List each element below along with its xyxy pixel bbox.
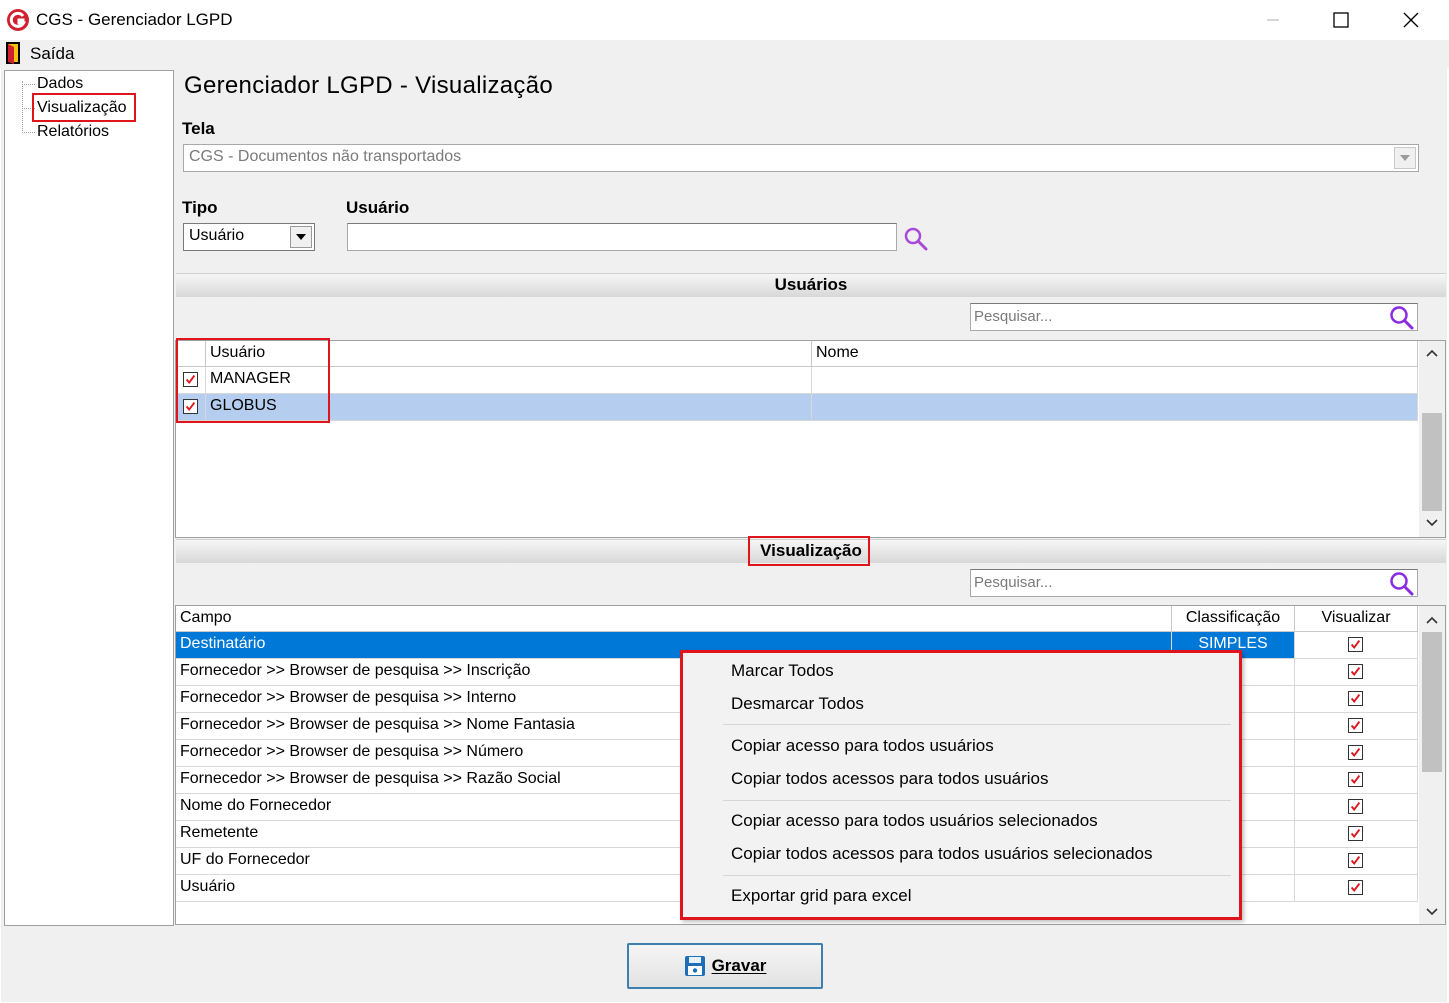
tree-connector bbox=[22, 81, 23, 133]
scroll-down-button[interactable] bbox=[1419, 902, 1445, 922]
scroll-thumb[interactable] bbox=[1422, 632, 1442, 772]
users-section-header: Usuários bbox=[176, 273, 1446, 297]
tree-connector bbox=[22, 132, 35, 133]
menu-exit[interactable]: Saída bbox=[30, 44, 74, 64]
menu-separator bbox=[723, 875, 1231, 876]
visualizar-cell[interactable] bbox=[1295, 659, 1418, 685]
save-button[interactable]: Gravar bbox=[627, 943, 823, 989]
nome-cell bbox=[812, 367, 1418, 393]
tela-label: Tela bbox=[182, 119, 215, 138]
checkbox-checked-icon[interactable] bbox=[1348, 664, 1363, 679]
checkbox-checked-icon[interactable] bbox=[1348, 772, 1363, 787]
users-header-nome[interactable]: Nome bbox=[812, 341, 1418, 367]
view-header-classificacao[interactable]: Classificação bbox=[1172, 606, 1295, 632]
scroll-down-button[interactable] bbox=[1419, 513, 1445, 533]
checkbox-checked-icon[interactable] bbox=[1348, 691, 1363, 706]
menu-item-copiar-todos-acessos-selecionados[interactable]: Copiar todos acessos para todos usuários… bbox=[731, 844, 1152, 864]
tree-item-relatorios[interactable]: Relatórios bbox=[37, 123, 109, 141]
visualizar-cell[interactable] bbox=[1295, 794, 1418, 820]
tipo-label: Tipo bbox=[182, 198, 218, 217]
menu-item-copiar-todos-acessos-todos[interactable]: Copiar todos acessos para todos usuários bbox=[731, 769, 1049, 789]
menu-item-desmarcar-todos[interactable]: Desmarcar Todos bbox=[731, 694, 864, 714]
tipo-combobox[interactable]: Usuário bbox=[183, 223, 315, 251]
users-scrollbar[interactable] bbox=[1419, 341, 1445, 537]
view-scrollbar[interactable] bbox=[1419, 606, 1445, 924]
view-search-placeholder: Pesquisar... bbox=[974, 574, 1053, 591]
table-row[interactable]: GLOBUS bbox=[176, 394, 1418, 421]
highlight-box bbox=[32, 93, 136, 122]
navigation-tree: Dados Visualização Relatórios bbox=[4, 70, 174, 926]
menu-separator bbox=[723, 724, 1231, 725]
close-icon bbox=[1403, 12, 1419, 28]
page-title: Gerenciador LGPD - Visualização bbox=[184, 72, 554, 99]
checkbox-checked-icon[interactable] bbox=[1348, 745, 1363, 760]
chevron-down-icon bbox=[1426, 519, 1438, 527]
search-icon[interactable] bbox=[902, 225, 930, 253]
chevron-up-icon bbox=[1426, 616, 1438, 624]
visualizar-cell[interactable] bbox=[1295, 632, 1418, 658]
floppy-disk-icon bbox=[684, 956, 705, 976]
users-search-input[interactable]: Pesquisar... bbox=[970, 303, 1418, 331]
checkbox-checked-icon[interactable] bbox=[1348, 799, 1363, 814]
tipo-value: Usuário bbox=[189, 227, 245, 244]
chevron-down-icon bbox=[1400, 155, 1410, 161]
visualizar-cell[interactable] bbox=[1295, 686, 1418, 712]
checkbox-checked-icon[interactable] bbox=[1348, 880, 1363, 895]
exit-door-icon bbox=[6, 42, 20, 64]
checkbox-checked-icon[interactable] bbox=[1348, 826, 1363, 841]
menu-item-marcar-todos[interactable]: Marcar Todos bbox=[731, 661, 834, 681]
visualizar-cell[interactable] bbox=[1295, 740, 1418, 766]
save-label: Gravar bbox=[711, 956, 767, 975]
nome-cell bbox=[812, 394, 1418, 420]
usuario-input[interactable] bbox=[347, 223, 897, 251]
scroll-thumb[interactable] bbox=[1422, 413, 1442, 511]
menu-item-copiar-acesso-selecionados[interactable]: Copiar acesso para todos usuários seleci… bbox=[731, 811, 1098, 831]
menu-bar: Saída bbox=[0, 40, 1449, 68]
tela-value: CGS - Documentos não transportados bbox=[189, 148, 462, 165]
search-icon[interactable] bbox=[1387, 570, 1415, 596]
window-title: CGS - Gerenciador LGPD bbox=[36, 10, 233, 29]
users-search-placeholder: Pesquisar... bbox=[974, 308, 1053, 325]
close-button[interactable] bbox=[1388, 5, 1434, 35]
minimize-icon bbox=[1267, 19, 1279, 21]
tree-item-dados[interactable]: Dados bbox=[37, 75, 83, 93]
table-row[interactable]: MANAGER bbox=[176, 367, 1418, 394]
menu-item-exportar-excel[interactable]: Exportar grid para excel bbox=[731, 886, 911, 906]
scroll-up-button[interactable] bbox=[1419, 610, 1445, 630]
cgs-logo-icon bbox=[7, 9, 29, 31]
view-header-campo[interactable]: Campo bbox=[176, 606, 1172, 632]
visualizar-cell[interactable] bbox=[1295, 875, 1418, 901]
context-menu: Marcar Todos Desmarcar Todos Copiar aces… bbox=[680, 650, 1242, 920]
scroll-up-button[interactable] bbox=[1419, 343, 1445, 363]
users-grid: Usuário Nome MANAGER GLOBUS bbox=[175, 340, 1446, 538]
menu-item-copiar-acesso-todos[interactable]: Copiar acesso para todos usuários bbox=[731, 736, 994, 756]
users-section-title: Usuários bbox=[774, 275, 848, 294]
tela-dropdown-button[interactable] bbox=[1394, 147, 1416, 169]
checkbox-checked-icon[interactable] bbox=[1348, 637, 1363, 652]
tipo-dropdown-button[interactable] bbox=[290, 226, 312, 248]
title-bar: CGS - Gerenciador LGPD bbox=[0, 0, 1449, 40]
highlight-box bbox=[176, 338, 330, 423]
menu-separator bbox=[723, 800, 1231, 801]
highlight-box bbox=[748, 536, 870, 566]
tree-connector bbox=[22, 84, 35, 85]
chevron-down-icon bbox=[296, 234, 306, 240]
maximize-icon bbox=[1333, 12, 1349, 28]
usuario-label: Usuário bbox=[346, 198, 410, 217]
tela-combobox[interactable]: CGS - Documentos não transportados bbox=[183, 144, 1419, 172]
view-search-input[interactable]: Pesquisar... bbox=[970, 569, 1418, 597]
visualizar-cell[interactable] bbox=[1295, 767, 1418, 793]
view-header-visualizar[interactable]: Visualizar bbox=[1295, 606, 1418, 632]
minimize-button[interactable] bbox=[1250, 5, 1296, 35]
visualizar-cell[interactable] bbox=[1295, 848, 1418, 874]
checkbox-checked-icon[interactable] bbox=[1348, 718, 1363, 733]
maximize-button[interactable] bbox=[1318, 5, 1364, 35]
visualizar-cell[interactable] bbox=[1295, 821, 1418, 847]
visualizar-cell[interactable] bbox=[1295, 713, 1418, 739]
chevron-down-icon bbox=[1426, 908, 1438, 916]
chevron-up-icon bbox=[1426, 349, 1438, 357]
checkbox-checked-icon[interactable] bbox=[1348, 853, 1363, 868]
search-icon[interactable] bbox=[1387, 304, 1415, 330]
